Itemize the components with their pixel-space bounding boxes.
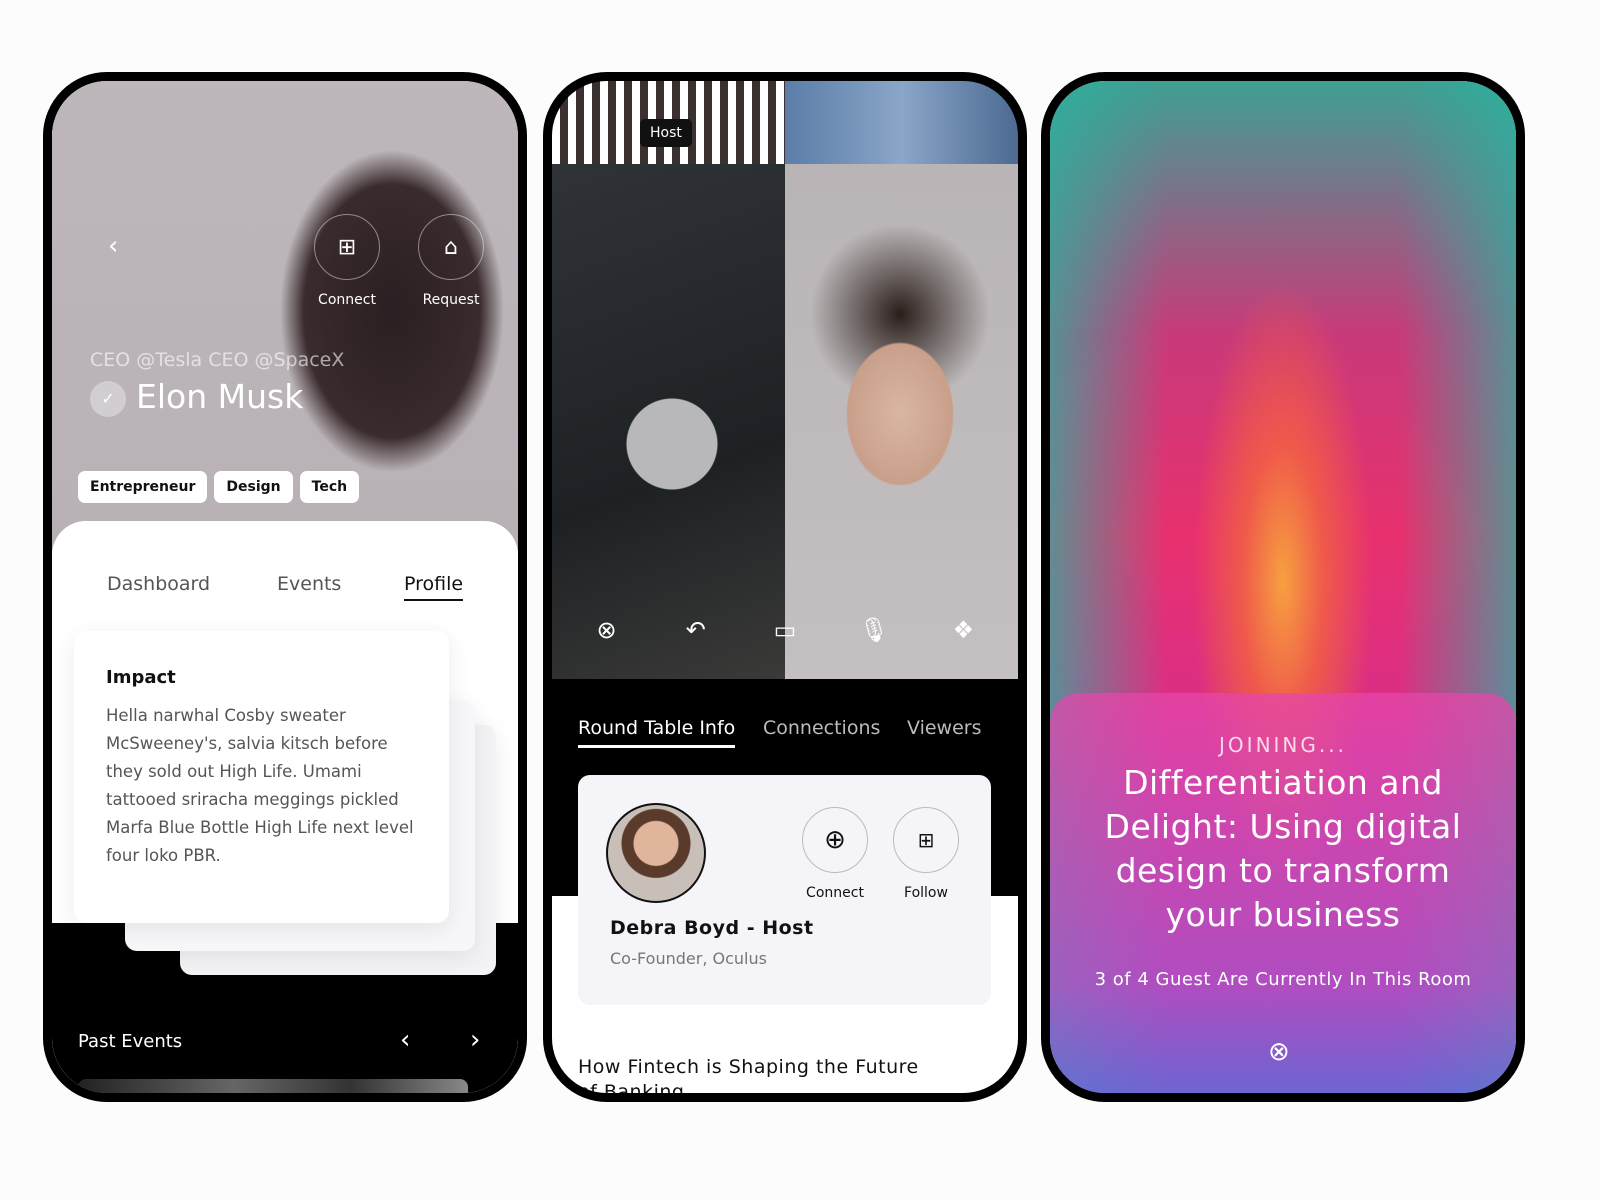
tab-dashboard[interactable]: Dashboard [107, 573, 210, 595]
plus-circle-icon: ⊕ [824, 825, 846, 855]
impact-text: Hella narwhal Cosby sweater McSweeney's,… [106, 706, 414, 865]
signal-icon: ⌂ [444, 234, 458, 260]
host-name: Debra Boyd - Host [610, 917, 814, 939]
grid-icon[interactable]: ❖ [943, 616, 983, 644]
session-title: Differentiation and Delight: Using digit… [1104, 763, 1462, 934]
back-button[interactable]: ‹ [108, 231, 118, 261]
event-thumbnail[interactable] [78, 1079, 468, 1093]
tab-profile[interactable]: Profile [404, 573, 464, 601]
prev-arrow-icon[interactable]: ‹ [400, 1025, 410, 1055]
tag-chip[interactable]: Entrepreneur [78, 471, 208, 503]
joining-screen: JOINING... Differentiation and Delight: … [1041, 72, 1525, 1102]
chat-plus-icon: ⊞ [917, 828, 935, 852]
verified-shield-icon: ✓ [90, 381, 126, 417]
tab-round-table-info[interactable]: Round Table Info [578, 717, 736, 748]
mic-icon[interactable]: 🎙︎ [854, 616, 894, 644]
host-badge: Host [640, 119, 692, 147]
guest-count: 3 of 4 Guest Are Currently In This Room [1094, 969, 1472, 990]
round-table-title: How Fintech is Shaping the Future of Ban… [578, 1056, 919, 1102]
close-icon[interactable]: ⊗ [1268, 1037, 1290, 1067]
undo-icon[interactable]: ↶ [676, 616, 716, 644]
connect-button[interactable]: ⊞ [314, 214, 380, 280]
tag-chip[interactable]: Tech [299, 471, 360, 503]
video-tile [785, 164, 1018, 679]
connect-label: Connect [318, 292, 376, 308]
tag-chip[interactable]: Design [214, 471, 293, 503]
follow-button[interactable]: ⊞ [893, 807, 959, 873]
connect-label: Connect [806, 885, 864, 901]
close-icon[interactable]: ⊗ [587, 616, 627, 644]
profile-screen: ‹ ⊞ Connect ⌂ Request CEO @Tesla CEO @Sp… [43, 72, 527, 1102]
request-button[interactable]: ⌂ [418, 214, 484, 280]
host-card: ⊕ Connect ⊞ Follow Debra Boyd - Host Co-… [578, 775, 991, 1005]
past-events-title: Past Events [78, 1031, 183, 1052]
profile-subtitle: CEO @Tesla CEO @SpaceX [90, 349, 345, 371]
video-tile [552, 164, 785, 679]
tab-connections[interactable]: Connections [763, 717, 880, 739]
tab-viewers[interactable]: Viewers [907, 717, 982, 739]
tab-events[interactable]: Events [277, 573, 341, 595]
connect-button[interactable]: ⊕ [802, 807, 868, 873]
video-tile [785, 81, 1018, 164]
profile-name: Elon Musk [136, 377, 304, 416]
host-role: Co-Founder, Oculus [610, 949, 767, 968]
follow-label: Follow [904, 885, 948, 901]
host-avatar[interactable] [606, 803, 706, 903]
joining-status: JOINING... [1219, 733, 1347, 757]
impact-title: Impact [106, 667, 176, 688]
round-table-screen: Host ⊗ ↶ ▭ 🎙︎ ❖ Round Table Info Connect… [543, 72, 1027, 1102]
request-label: Request [422, 292, 480, 308]
impact-card: Impact Hella narwhal Cosby sweater McSwe… [74, 631, 449, 923]
chat-plus-icon: ⊞ [337, 234, 357, 260]
next-arrow-icon[interactable]: › [470, 1025, 480, 1055]
video-icon[interactable]: ▭ [765, 616, 805, 644]
